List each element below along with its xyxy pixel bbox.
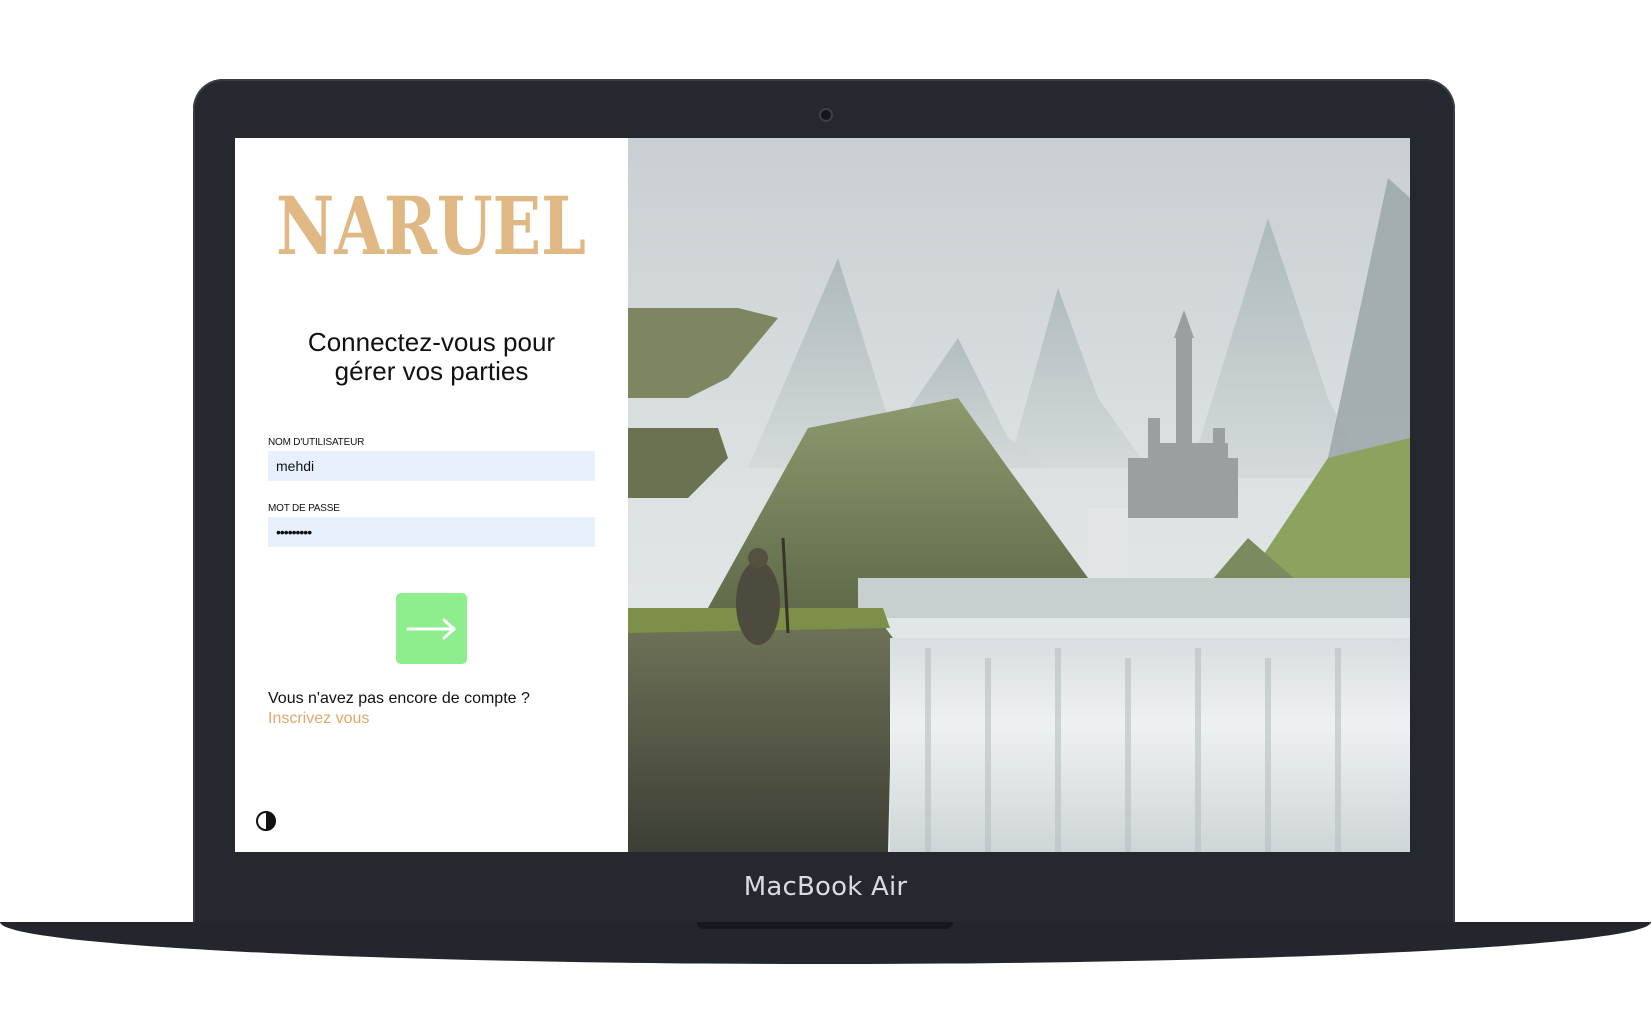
device-brand-label: MacBook Air bbox=[743, 872, 908, 902]
login-panel: NARUEL Connectez-vous pour gérer vos par… bbox=[235, 138, 628, 852]
laptop-base-notch bbox=[697, 922, 953, 929]
username-field[interactable] bbox=[268, 451, 595, 481]
signup-prompt: Vous n'avez pas encore de compte ? bbox=[268, 690, 530, 707]
hero-landscape-image bbox=[628, 138, 1410, 852]
logo-text: NARUEL bbox=[276, 182, 586, 264]
arrow-right-icon bbox=[406, 618, 455, 639]
heading-line-2: gérer vos parties bbox=[334, 356, 529, 386]
signup-link[interactable]: Inscrivez vous bbox=[268, 710, 369, 728]
submit-button[interactable] bbox=[396, 593, 467, 664]
page-title: Connectez-vous pour gérer vos parties bbox=[235, 328, 628, 386]
password-label: MOT DE PASSE bbox=[268, 503, 340, 514]
contrast-icon[interactable] bbox=[255, 810, 277, 832]
naruel-logo: NARUEL bbox=[276, 182, 586, 264]
username-label: NOM D'UTILISATEUR bbox=[268, 437, 365, 448]
heading-line-1: Connectez-vous pour bbox=[307, 327, 556, 357]
camera-icon bbox=[819, 108, 833, 122]
screen: NARUEL Connectez-vous pour gérer vos par… bbox=[235, 138, 1410, 852]
password-field[interactable] bbox=[268, 517, 595, 547]
